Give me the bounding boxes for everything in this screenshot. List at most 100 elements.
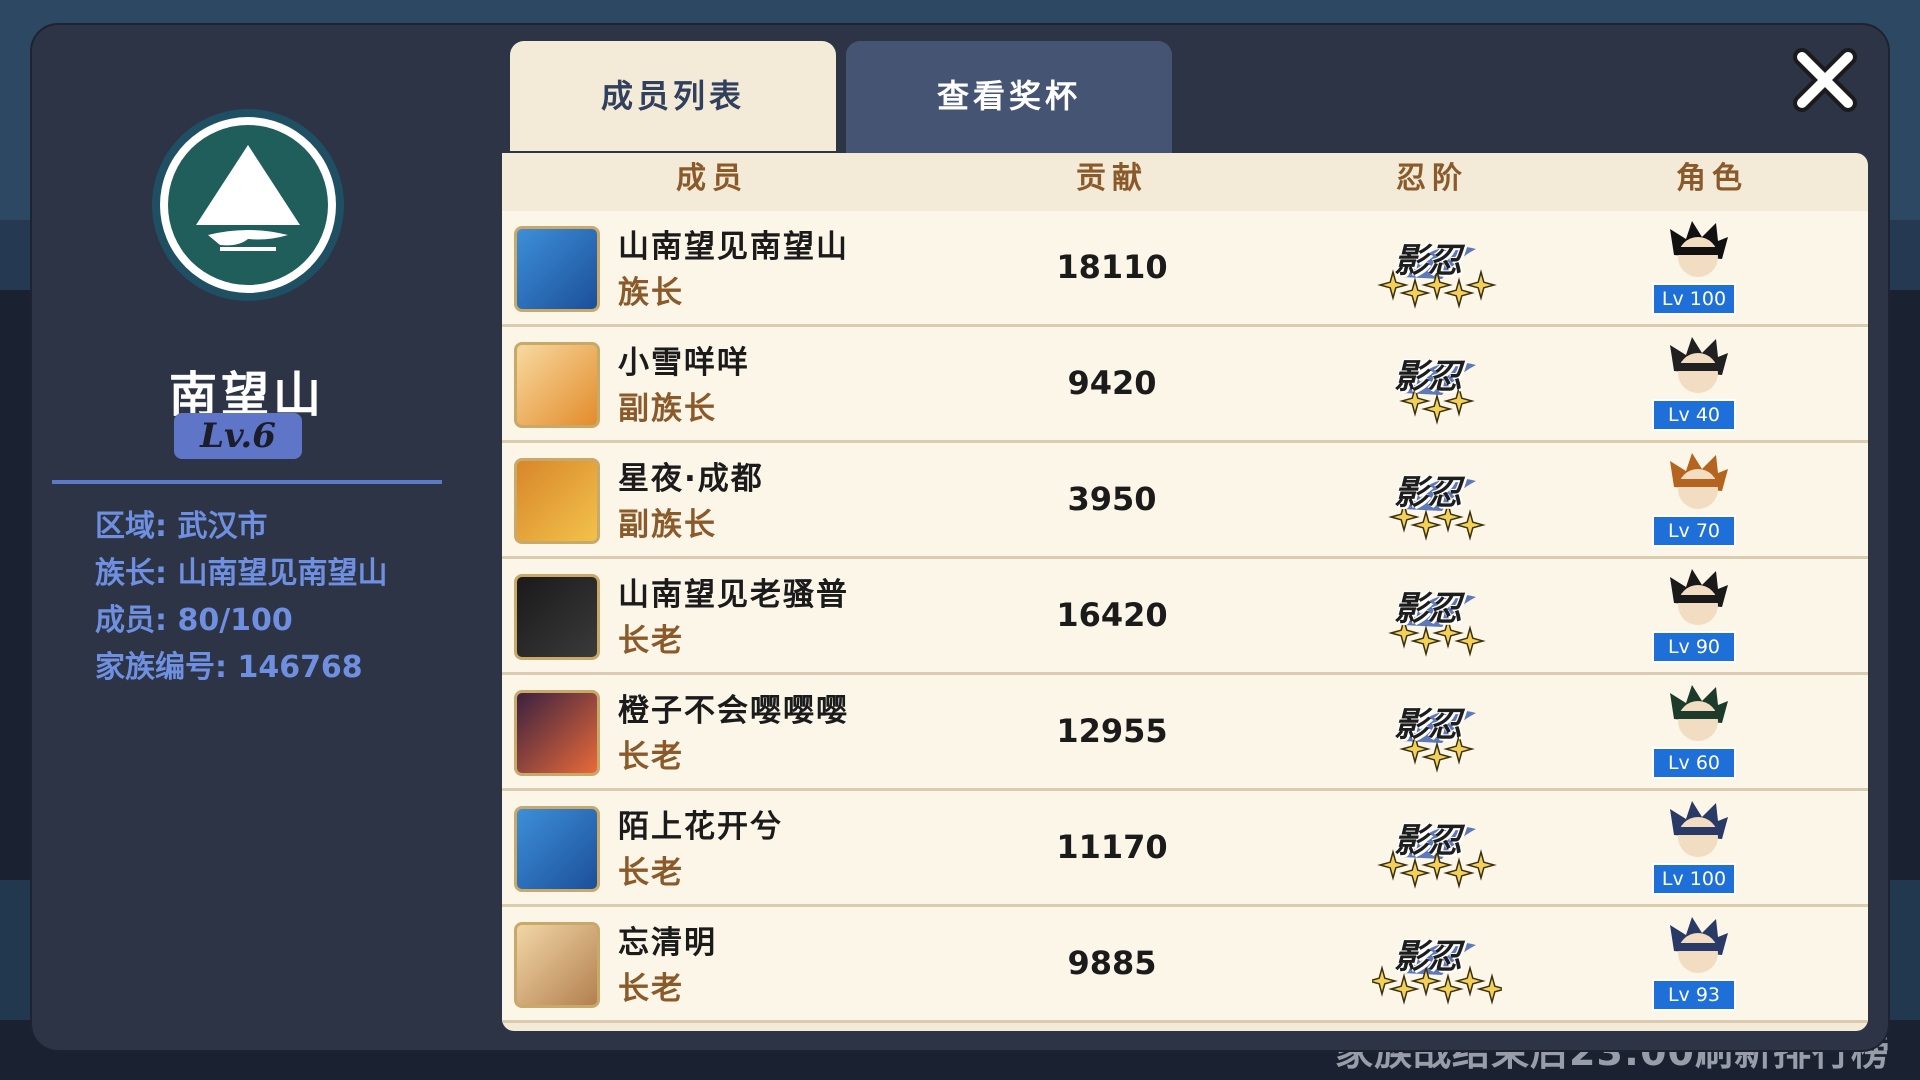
member-title: 长老 bbox=[618, 971, 684, 1007]
role-portrait[interactable]: Lv 60 bbox=[1652, 683, 1742, 783]
header-role: 角色 bbox=[1676, 161, 1748, 196]
rank-badge-icon: 影忍 bbox=[1372, 229, 1502, 309]
rank-label: 影忍 bbox=[1394, 937, 1462, 977]
clan-dialog: 南望山 Lv.6 区域: 武汉市 族长: 山南望见南望山 成员: 80/100 … bbox=[32, 25, 1888, 1050]
rank-star-icon bbox=[1476, 973, 1508, 1005]
header-member: 成员 bbox=[676, 161, 748, 196]
rank-badge-icon: 影忍 bbox=[1372, 693, 1502, 773]
rank-label: 影忍 bbox=[1394, 589, 1462, 629]
member-name: 小雪咩咩 bbox=[618, 345, 750, 381]
role-level-badge: Lv 100 bbox=[1652, 283, 1736, 315]
spiky-hair-ninja-icon bbox=[1666, 335, 1730, 399]
member-table: 成员 贡献 忍阶 角色 山南望见南望山 族长 18110 影忍 Lv 100 小雪咩咩副族… bbox=[502, 153, 1868, 1031]
role-level-badge: Lv 40 bbox=[1652, 399, 1736, 431]
member-name: 山南望见南望山 bbox=[618, 229, 849, 265]
divider bbox=[52, 480, 442, 484]
role-portrait[interactable]: Lv 70 bbox=[1652, 451, 1742, 551]
member-contribution: 9420 bbox=[1067, 364, 1157, 402]
tab-member-list[interactable]: 成员列表 bbox=[510, 41, 836, 151]
rank-star-icon bbox=[1410, 509, 1442, 541]
member-contribution: 11170 bbox=[1056, 828, 1168, 866]
rank-star-icon bbox=[1366, 965, 1398, 997]
table-row[interactable]: 陌上花开兮长老 11170 影忍 Lv 100 bbox=[502, 791, 1868, 907]
role-portrait[interactable]: Lv 100 bbox=[1652, 219, 1742, 319]
member-contribution: 9885 bbox=[1067, 944, 1157, 982]
black-ninja-icon bbox=[1666, 219, 1730, 283]
zhan-calligraphy-avatar[interactable] bbox=[514, 574, 600, 660]
rank-label: 影忍 bbox=[1394, 357, 1462, 397]
member-title: 副族长 bbox=[618, 507, 717, 543]
member-contribution: 12955 bbox=[1056, 712, 1168, 750]
clan-info-list: 区域: 武汉市 族长: 山南望见南望山 成员: 80/100 家族编号: 146… bbox=[95, 503, 387, 691]
close-icon bbox=[1793, 48, 1857, 112]
rank-star-icon bbox=[1443, 857, 1475, 889]
table-row[interactable]: 山南望见南望山 族长 18110 影忍 Lv 100 bbox=[502, 211, 1868, 327]
header-contribution: 贡献 bbox=[1076, 161, 1148, 196]
panda-avatar[interactable] bbox=[514, 342, 600, 428]
blue-dragon-avatar[interactable] bbox=[514, 806, 600, 892]
green-hair-kunoichi-icon bbox=[1666, 683, 1730, 747]
blue-dragon-avatar[interactable] bbox=[514, 226, 600, 312]
ginkgo-avatar[interactable] bbox=[514, 458, 600, 544]
rank-star-icon bbox=[1432, 973, 1464, 1005]
rank-star-icon bbox=[1454, 509, 1486, 541]
rank-star-icon bbox=[1388, 973, 1420, 1005]
rank-badge-icon: 影忍 bbox=[1372, 577, 1502, 657]
rank-star-icon bbox=[1465, 269, 1497, 301]
member-name: 橙子不会嘤嘤嘤 bbox=[618, 693, 849, 729]
clan-leader: 族长: 山南望见南望山 bbox=[95, 556, 388, 591]
white-hair-ninja-icon bbox=[1666, 915, 1730, 979]
table-row[interactable]: 星夜·成都副族长 3950 影忍 Lv 70 bbox=[502, 443, 1868, 559]
member-name: 忘清明 bbox=[618, 925, 717, 961]
clan-member-count: 成员: 80/100 bbox=[95, 603, 293, 638]
role-level-badge: Lv 70 bbox=[1652, 515, 1736, 547]
role-portrait[interactable]: Lv 40 bbox=[1652, 335, 1742, 435]
clan-level-badge: Lv.6 bbox=[174, 413, 302, 459]
member-title: 长老 bbox=[618, 855, 684, 891]
clan-emblem-icon bbox=[152, 109, 344, 301]
table-header: 成员 贡献 忍阶 角色 bbox=[502, 153, 1868, 213]
rank-badge-icon: 影忍 bbox=[1366, 925, 1508, 1005]
clan-id: 家族编号: 146768 bbox=[95, 650, 363, 685]
member-name: 星夜·成都 bbox=[618, 461, 764, 497]
member-name: 陌上花开兮 bbox=[618, 809, 783, 845]
rank-star-icon bbox=[1421, 393, 1453, 425]
rank-star-icon bbox=[1410, 625, 1442, 657]
rank-label: 影忍 bbox=[1394, 241, 1462, 281]
role-level-badge: Lv 60 bbox=[1652, 747, 1736, 779]
role-level-badge: Lv 90 bbox=[1652, 631, 1736, 663]
rank-label: 影忍 bbox=[1394, 473, 1462, 513]
table-row[interactable]: 山南望见老骚普 长老 16420 影忍 Lv 90 bbox=[502, 559, 1868, 675]
starry-night-avatar[interactable] bbox=[514, 690, 600, 776]
close-button[interactable] bbox=[1790, 45, 1860, 115]
rank-badge-icon: 影忍 bbox=[1372, 345, 1502, 425]
rank-star-icon bbox=[1454, 625, 1486, 657]
table-row[interactable]: 橙子不会嘤嘤嘤 长老 12955 影忍 Lv 60 bbox=[502, 675, 1868, 791]
member-title: 族长 bbox=[618, 275, 684, 311]
rank-star-icon bbox=[1399, 857, 1431, 889]
masked-ninja-icon bbox=[1666, 567, 1730, 631]
rank-label: 影忍 bbox=[1394, 821, 1462, 861]
table-row[interactable]: 忘清明长老 9885 影忍 Lv 93 bbox=[502, 907, 1868, 1023]
rank-badge-icon: 影忍 bbox=[1372, 809, 1502, 889]
fan-girl-avatar[interactable] bbox=[514, 922, 600, 1008]
rank-star-icon bbox=[1465, 849, 1497, 881]
tab-view-trophies[interactable]: 查看奖杯 bbox=[846, 41, 1172, 153]
clan-region: 区域: 武汉市 bbox=[95, 509, 268, 544]
role-portrait[interactable]: Lv 100 bbox=[1652, 799, 1742, 899]
header-rank: 忍阶 bbox=[1396, 161, 1468, 196]
rank-star-icon bbox=[1421, 741, 1453, 773]
rank-label: 影忍 bbox=[1394, 705, 1462, 745]
member-contribution: 18110 bbox=[1056, 248, 1168, 286]
role-level-badge: Lv 100 bbox=[1652, 863, 1736, 895]
white-hair-ninja-icon bbox=[1666, 799, 1730, 863]
role-portrait[interactable]: Lv 93 bbox=[1652, 915, 1742, 1015]
member-title: 长老 bbox=[618, 739, 684, 775]
member-title: 副族长 bbox=[618, 391, 717, 427]
role-portrait[interactable]: Lv 90 bbox=[1652, 567, 1742, 667]
member-title: 长老 bbox=[618, 623, 684, 659]
member-contribution: 3950 bbox=[1067, 480, 1157, 518]
rank-star-icon bbox=[1443, 277, 1475, 309]
table-row[interactable]: 小雪咩咩副族长 9420 影忍 Lv 40 bbox=[502, 327, 1868, 443]
straw-hat-ninja-icon bbox=[1666, 451, 1730, 515]
